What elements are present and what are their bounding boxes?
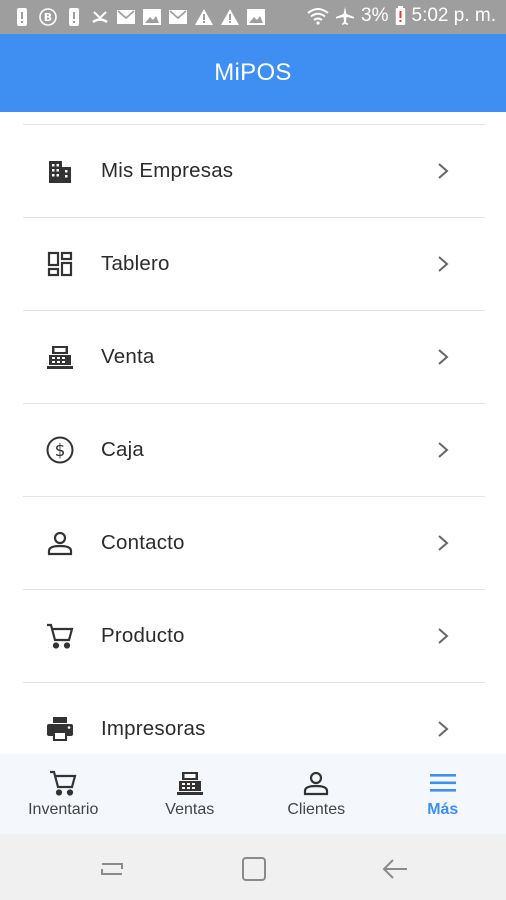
printer-icon	[45, 714, 75, 744]
phone-screen: B 3% 5:02 p. m. MiPOS Mis Empresas Table…	[0, 0, 506, 900]
image-icon	[142, 7, 161, 26]
b-circle-icon: B	[38, 7, 57, 26]
menu-item-label: Tablero	[101, 252, 170, 275]
home-button[interactable]	[239, 854, 269, 884]
status-bar: B 3% 5:02 p. m.	[0, 0, 506, 34]
menu-icon	[428, 768, 458, 798]
chevron-right-icon	[438, 535, 449, 551]
tab-label: Ventas	[165, 801, 215, 818]
menu-item-label: Impresoras	[101, 717, 206, 740]
cash-register-icon	[45, 342, 75, 372]
missed-call-icon	[90, 7, 109, 26]
menu-item-label: Caja	[101, 438, 144, 461]
chevron-right-icon	[438, 442, 449, 458]
menu-item-contacto[interactable]: Contacto	[23, 497, 485, 590]
tab-label: Inventario	[28, 801, 99, 818]
menu-list[interactable]: Mis Empresas Tablero Venta $ Caja Contac…	[0, 112, 506, 754]
svg-text:B: B	[43, 11, 51, 24]
tab-label: Más	[427, 801, 459, 818]
back-arrow-icon	[382, 859, 407, 879]
building-icon	[45, 156, 75, 186]
mail-icon	[168, 7, 187, 26]
wifi-icon	[307, 8, 329, 25]
menu-item-impresoras[interactable]: Impresoras	[23, 683, 485, 754]
tab-mas[interactable]: Más	[380, 754, 506, 834]
cart-icon	[48, 768, 78, 798]
menu-item-mis-empresas[interactable]: Mis Empresas	[23, 125, 485, 218]
app-title: MiPOS	[214, 59, 292, 86]
system-navigation-bar	[0, 834, 506, 900]
chevron-right-icon	[438, 256, 449, 272]
mail-icon	[116, 7, 135, 26]
chevron-right-icon	[438, 163, 449, 179]
tab-inventario[interactable]: Inventario	[0, 754, 127, 834]
menu-item-label: Contacto	[101, 531, 185, 554]
home-icon	[242, 857, 266, 881]
menu-item-producto[interactable]: Producto	[23, 590, 485, 683]
back-button[interactable]	[380, 854, 410, 884]
chevron-right-icon	[438, 349, 449, 365]
tab-label: Clientes	[287, 801, 346, 818]
airplane-icon	[336, 7, 355, 25]
cart-icon	[45, 621, 75, 651]
tab-ventas[interactable]: Ventas	[127, 754, 254, 834]
app-bar: MiPOS	[0, 34, 506, 112]
clock: 5:02 p. m.	[411, 5, 497, 26]
menu-item-label: Mis Empresas	[101, 159, 234, 182]
chevron-right-icon	[438, 628, 449, 644]
menu-item-label: Producto	[101, 624, 185, 647]
dollar-circle-icon: $	[45, 435, 75, 465]
person-icon	[45, 528, 75, 558]
recent-apps-button[interactable]	[97, 854, 127, 884]
system-status: 3% 5:02 p. m.	[307, 5, 496, 27]
recent-apps-icon	[101, 863, 123, 875]
notification-icons: B	[12, 7, 265, 26]
warning-icon	[194, 7, 213, 26]
menu-item-label: Venta	[101, 345, 155, 368]
menu-item-caja[interactable]: $ Caja	[23, 404, 485, 497]
alert-icon	[12, 7, 31, 26]
person-icon	[301, 768, 331, 798]
battery-low-icon	[395, 6, 405, 25]
dashboard-icon	[45, 249, 75, 279]
tab-clientes[interactable]: Clientes	[253, 754, 380, 834]
chevron-right-icon	[438, 721, 449, 737]
bottom-navigation: Inventario Ventas Clientes Más	[0, 754, 506, 834]
image-icon	[246, 7, 265, 26]
menu-item-tablero[interactable]: Tablero	[23, 218, 485, 311]
alert-icon	[64, 7, 83, 26]
svg-text:$: $	[55, 441, 66, 461]
cash-register-icon	[175, 768, 205, 798]
battery-percent: 3%	[361, 5, 389, 26]
warning-icon	[220, 7, 239, 26]
menu-item-venta[interactable]: Venta	[23, 311, 485, 404]
